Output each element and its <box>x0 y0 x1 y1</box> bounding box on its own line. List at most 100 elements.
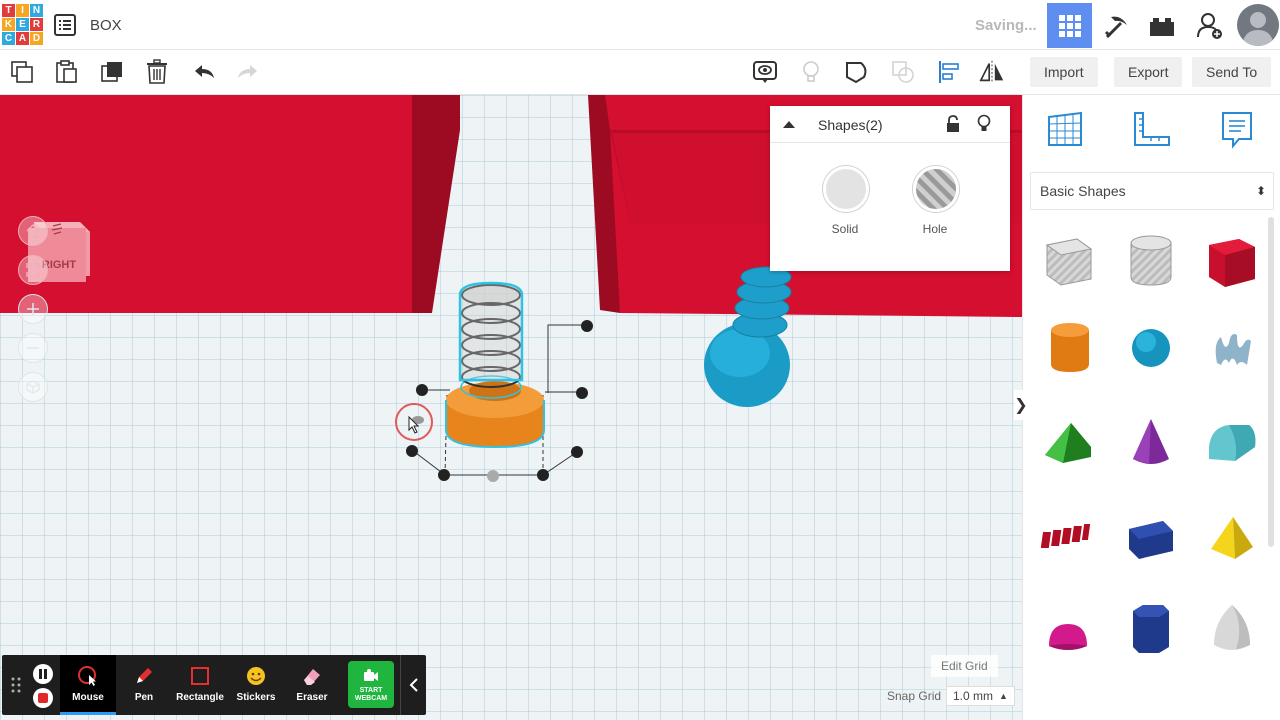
notes-panel-icon[interactable] <box>1215 107 1259 151</box>
logo-letter: A <box>16 32 29 45</box>
sidebar-scrollbar[interactable] <box>1268 217 1274 547</box>
tinkercad-logo[interactable]: TIN KER CAD <box>2 4 43 45</box>
cylinder-icon[interactable] <box>1039 317 1101 379</box>
undo-icon[interactable] <box>190 58 218 86</box>
group-icon[interactable] <box>843 58 871 86</box>
shape-library-value: Basic Shapes <box>1040 183 1126 199</box>
sticker-smiley-icon <box>247 667 265 685</box>
copy-icon[interactable] <box>8 58 36 86</box>
snap-grid-value: 1.0 mm <box>953 689 994 703</box>
stickers-tool[interactable]: Stickers <box>228 655 284 715</box>
align-icon[interactable] <box>935 58 963 86</box>
user-avatar[interactable] <box>1237 4 1279 46</box>
eraser-icon <box>304 669 320 685</box>
snap-grid-label: Snap Grid <box>887 689 942 703</box>
box-hole-icon[interactable] <box>1037 230 1099 292</box>
hole-option[interactable] <box>913 166 959 212</box>
duplicate-icon[interactable] <box>98 58 126 86</box>
pause-button[interactable] <box>33 664 53 684</box>
logo-letter: C <box>2 32 15 45</box>
bricks-icon[interactable] <box>1139 3 1184 48</box>
logo-letter: N <box>30 4 43 17</box>
rectangle-tool[interactable]: Rectangle <box>172 655 228 715</box>
lock-icon[interactable] <box>946 115 960 133</box>
import-button[interactable]: Import <box>1030 57 1098 87</box>
shape-library-select[interactable]: Basic Shapes ⬍ <box>1030 172 1274 210</box>
snap-grid-select[interactable]: 1.0 mm ▲ <box>946 686 1015 706</box>
scribble-icon[interactable] <box>1201 317 1263 379</box>
select-arrow-icon: ⬍ <box>1255 184 1266 198</box>
design-menu-icon[interactable] <box>54 14 76 36</box>
workplane-icon[interactable] <box>1043 107 1087 151</box>
top-bar: TIN KER CAD BOX Saving... <box>0 0 1280 50</box>
half-sphere-icon[interactable] <box>1037 607 1099 669</box>
pen-tool-label: Pen <box>134 692 154 703</box>
pyramid-icon[interactable] <box>1201 507 1263 569</box>
shape-inspector: Shapes(2) Solid Hole <box>770 106 1010 271</box>
edit-grid-button[interactable]: Edit Grid <box>931 655 998 677</box>
snap-arrow-icon: ▲ <box>999 691 1008 701</box>
notes-icon[interactable] <box>751 58 779 86</box>
sphere-icon[interactable] <box>1120 317 1182 379</box>
mouse-tool-label: Mouse <box>72 692 104 703</box>
save-status: Saving... <box>975 17 1037 34</box>
webcam-label-line1: START <box>359 687 383 694</box>
drag-handle-icon[interactable] <box>11 677 21 698</box>
rectangle-tool-label: Rectangle <box>176 692 224 703</box>
logo-letter: D <box>30 32 43 45</box>
paste-icon[interactable] <box>52 58 80 86</box>
ungroup-icon[interactable] <box>889 58 917 86</box>
shapes-sidebar: Basic Shapes ⬍ <box>1022 95 1280 720</box>
paraboloid-icon[interactable] <box>1201 598 1263 660</box>
box-icon[interactable] <box>1201 230 1263 292</box>
hole-label: Hole <box>922 222 948 236</box>
mouse-cursor <box>395 403 433 441</box>
collapse-sidebar-icon[interactable]: ❯ <box>1014 390 1028 420</box>
text-icon[interactable] <box>1037 507 1099 569</box>
3d-view-icon[interactable] <box>1047 3 1092 48</box>
add-user-icon[interactable] <box>1187 3 1232 48</box>
home-view-icon[interactable] <box>18 216 48 246</box>
mirror-icon[interactable] <box>978 58 1006 86</box>
round-roof-icon[interactable] <box>1201 411 1263 473</box>
zoom-in-icon[interactable] <box>18 294 48 324</box>
zoom-out-icon[interactable] <box>18 333 48 363</box>
visibility-bulb-icon[interactable] <box>977 114 991 134</box>
cylinder-hole-icon[interactable] <box>1120 230 1182 292</box>
pen-tool[interactable]: Pen <box>116 655 172 715</box>
eraser-tool[interactable]: Eraser <box>284 655 340 715</box>
light-bulb-icon[interactable] <box>797 58 825 86</box>
pen-icon <box>137 668 152 683</box>
orange-cylinder-with-spring[interactable] <box>445 281 545 449</box>
send-to-button[interactable]: Send To <box>1192 57 1272 87</box>
logo-letter: E <box>16 18 29 31</box>
fit-view-icon[interactable] <box>18 255 48 285</box>
prism-icon[interactable] <box>1120 507 1182 569</box>
pickaxe-icon[interactable] <box>1093 3 1138 48</box>
solid-option[interactable] <box>823 166 869 212</box>
ruler-icon[interactable] <box>1129 107 1173 151</box>
rectangle-icon <box>191 667 209 685</box>
mouse-tool-icon <box>78 666 96 686</box>
edit-toolbar: Import Export Send To <box>0 50 1280 95</box>
stop-button[interactable] <box>33 688 53 708</box>
cone-icon[interactable] <box>1120 411 1182 473</box>
delete-icon[interactable] <box>143 58 171 86</box>
logo-letter: R <box>30 18 43 31</box>
roof-icon[interactable] <box>1037 411 1099 473</box>
redo-icon[interactable] <box>234 58 262 86</box>
logo-letter: I <box>16 4 29 17</box>
project-title[interactable]: BOX <box>90 17 122 34</box>
mouse-tool[interactable]: Mouse <box>60 655 116 715</box>
start-webcam-button[interactable]: START WEBCAM <box>348 661 394 708</box>
perspective-icon[interactable] <box>18 372 48 402</box>
collapse-inspector-icon[interactable] <box>782 119 796 129</box>
eraser-tool-label: Eraser <box>296 692 328 703</box>
webcam-label-line2: WEBCAM <box>354 695 388 702</box>
export-button[interactable]: Export <box>1114 57 1183 87</box>
logo-letter: T <box>2 4 15 17</box>
webcam-icon <box>364 669 378 681</box>
polygon-icon[interactable] <box>1120 598 1182 660</box>
collapse-recorder-icon[interactable] <box>400 655 426 715</box>
inspector-header: Shapes(2) <box>770 106 1010 143</box>
